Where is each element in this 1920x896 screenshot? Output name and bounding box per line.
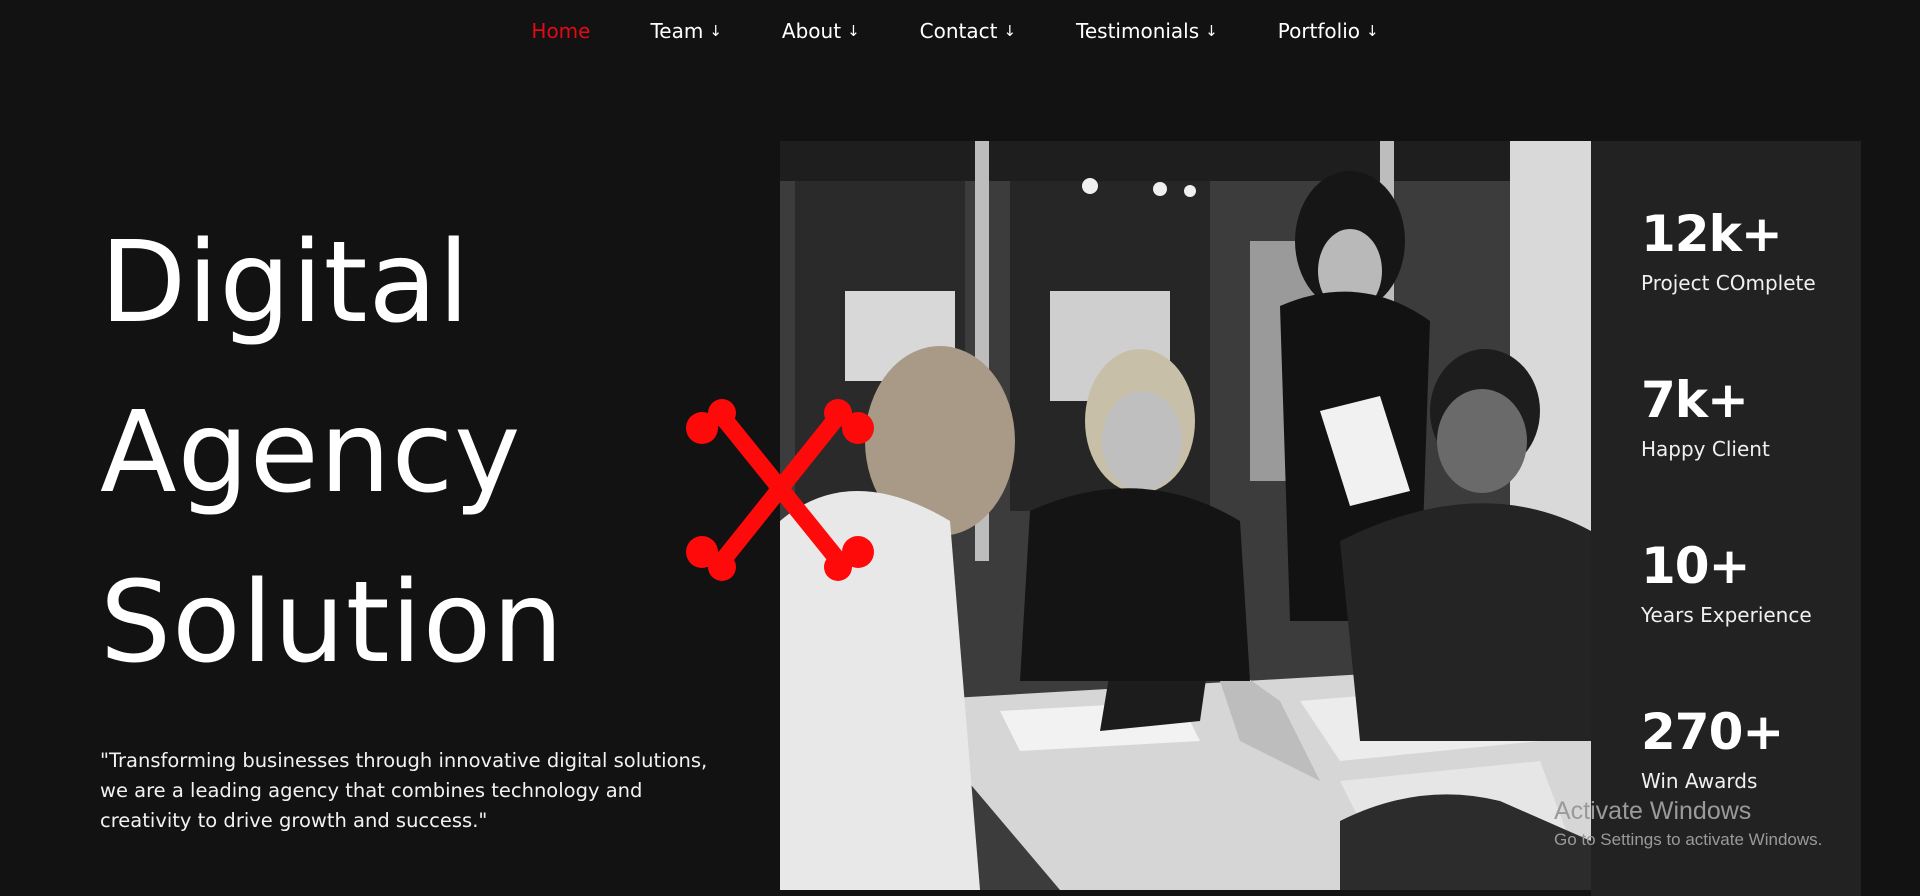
nav-label: Home [531, 19, 591, 43]
arrow-down-icon: ↓ [1003, 22, 1017, 40]
nav-about[interactable]: About ↓ [782, 19, 860, 43]
arrow-down-icon: ↓ [1366, 22, 1379, 40]
nav-portfolio[interactable]: Portfolio ↓ [1278, 19, 1379, 43]
activate-windows-subtitle: Go to Settings to activate Windows. [1554, 830, 1823, 849]
nav-label: About [781, 19, 842, 43]
nav-home[interactable]: Home [531, 19, 590, 43]
nav-label: Contact [919, 19, 998, 43]
arrow-down-icon: ↓ [1205, 22, 1218, 40]
arrow-down-icon: ↓ [709, 22, 722, 40]
hero-title: Digital Agency Solution [100, 198, 564, 708]
activate-windows-title: Activate Windows [1554, 797, 1752, 825]
stats-panel: 12k+ Project COmplete 7k+ Happy Client 1… [1591, 141, 1861, 896]
hero-title-line: Digital [100, 218, 471, 348]
nav-label: Testimonials [1076, 19, 1200, 43]
stat-value: 10+ [1641, 537, 1750, 595]
nav-contact[interactable]: Contact ↓ [920, 19, 1016, 43]
nav-label: Portfolio [1277, 19, 1361, 43]
nav-team[interactable]: Team ↓ [650, 19, 721, 43]
stat-item: 7k+ Happy Client [1641, 371, 1770, 463]
hero-description: "Transforming businesses through innovat… [100, 749, 708, 832]
nav-testimonials[interactable]: Testimonials ↓ [1076, 19, 1218, 43]
stat-label: Happy Client [1641, 437, 1770, 461]
team-meeting-photo [780, 141, 1591, 890]
hero-title-line: Agency [100, 388, 522, 518]
stat-label: Win Awards [1641, 769, 1758, 793]
team-meeting-photo-graphic [780, 141, 1591, 890]
stat-label: Years Experience [1641, 603, 1812, 627]
stat-value: 12k+ [1641, 205, 1783, 263]
hero-title-line: Solution [100, 558, 565, 688]
stat-value: 7k+ [1641, 371, 1749, 429]
stat-item: 12k+ Project COmplete [1641, 205, 1816, 297]
arrow-down-icon: ↓ [847, 22, 860, 40]
stat-item: 10+ Years Experience [1641, 537, 1812, 629]
stat-item: 270+ Win Awards [1641, 703, 1784, 795]
stat-label: Project COmplete [1641, 271, 1816, 295]
nav-label: Team [650, 19, 704, 43]
top-nav: Home Team ↓ About ↓ Contact ↓ Testimonials ↓… [0, 18, 1920, 44]
activate-windows-watermark: Activate Windows Go to Settings to activ… [1554, 796, 1822, 852]
stat-value: 270+ [1641, 703, 1784, 761]
red-cross-mark-icon [686, 399, 874, 581]
